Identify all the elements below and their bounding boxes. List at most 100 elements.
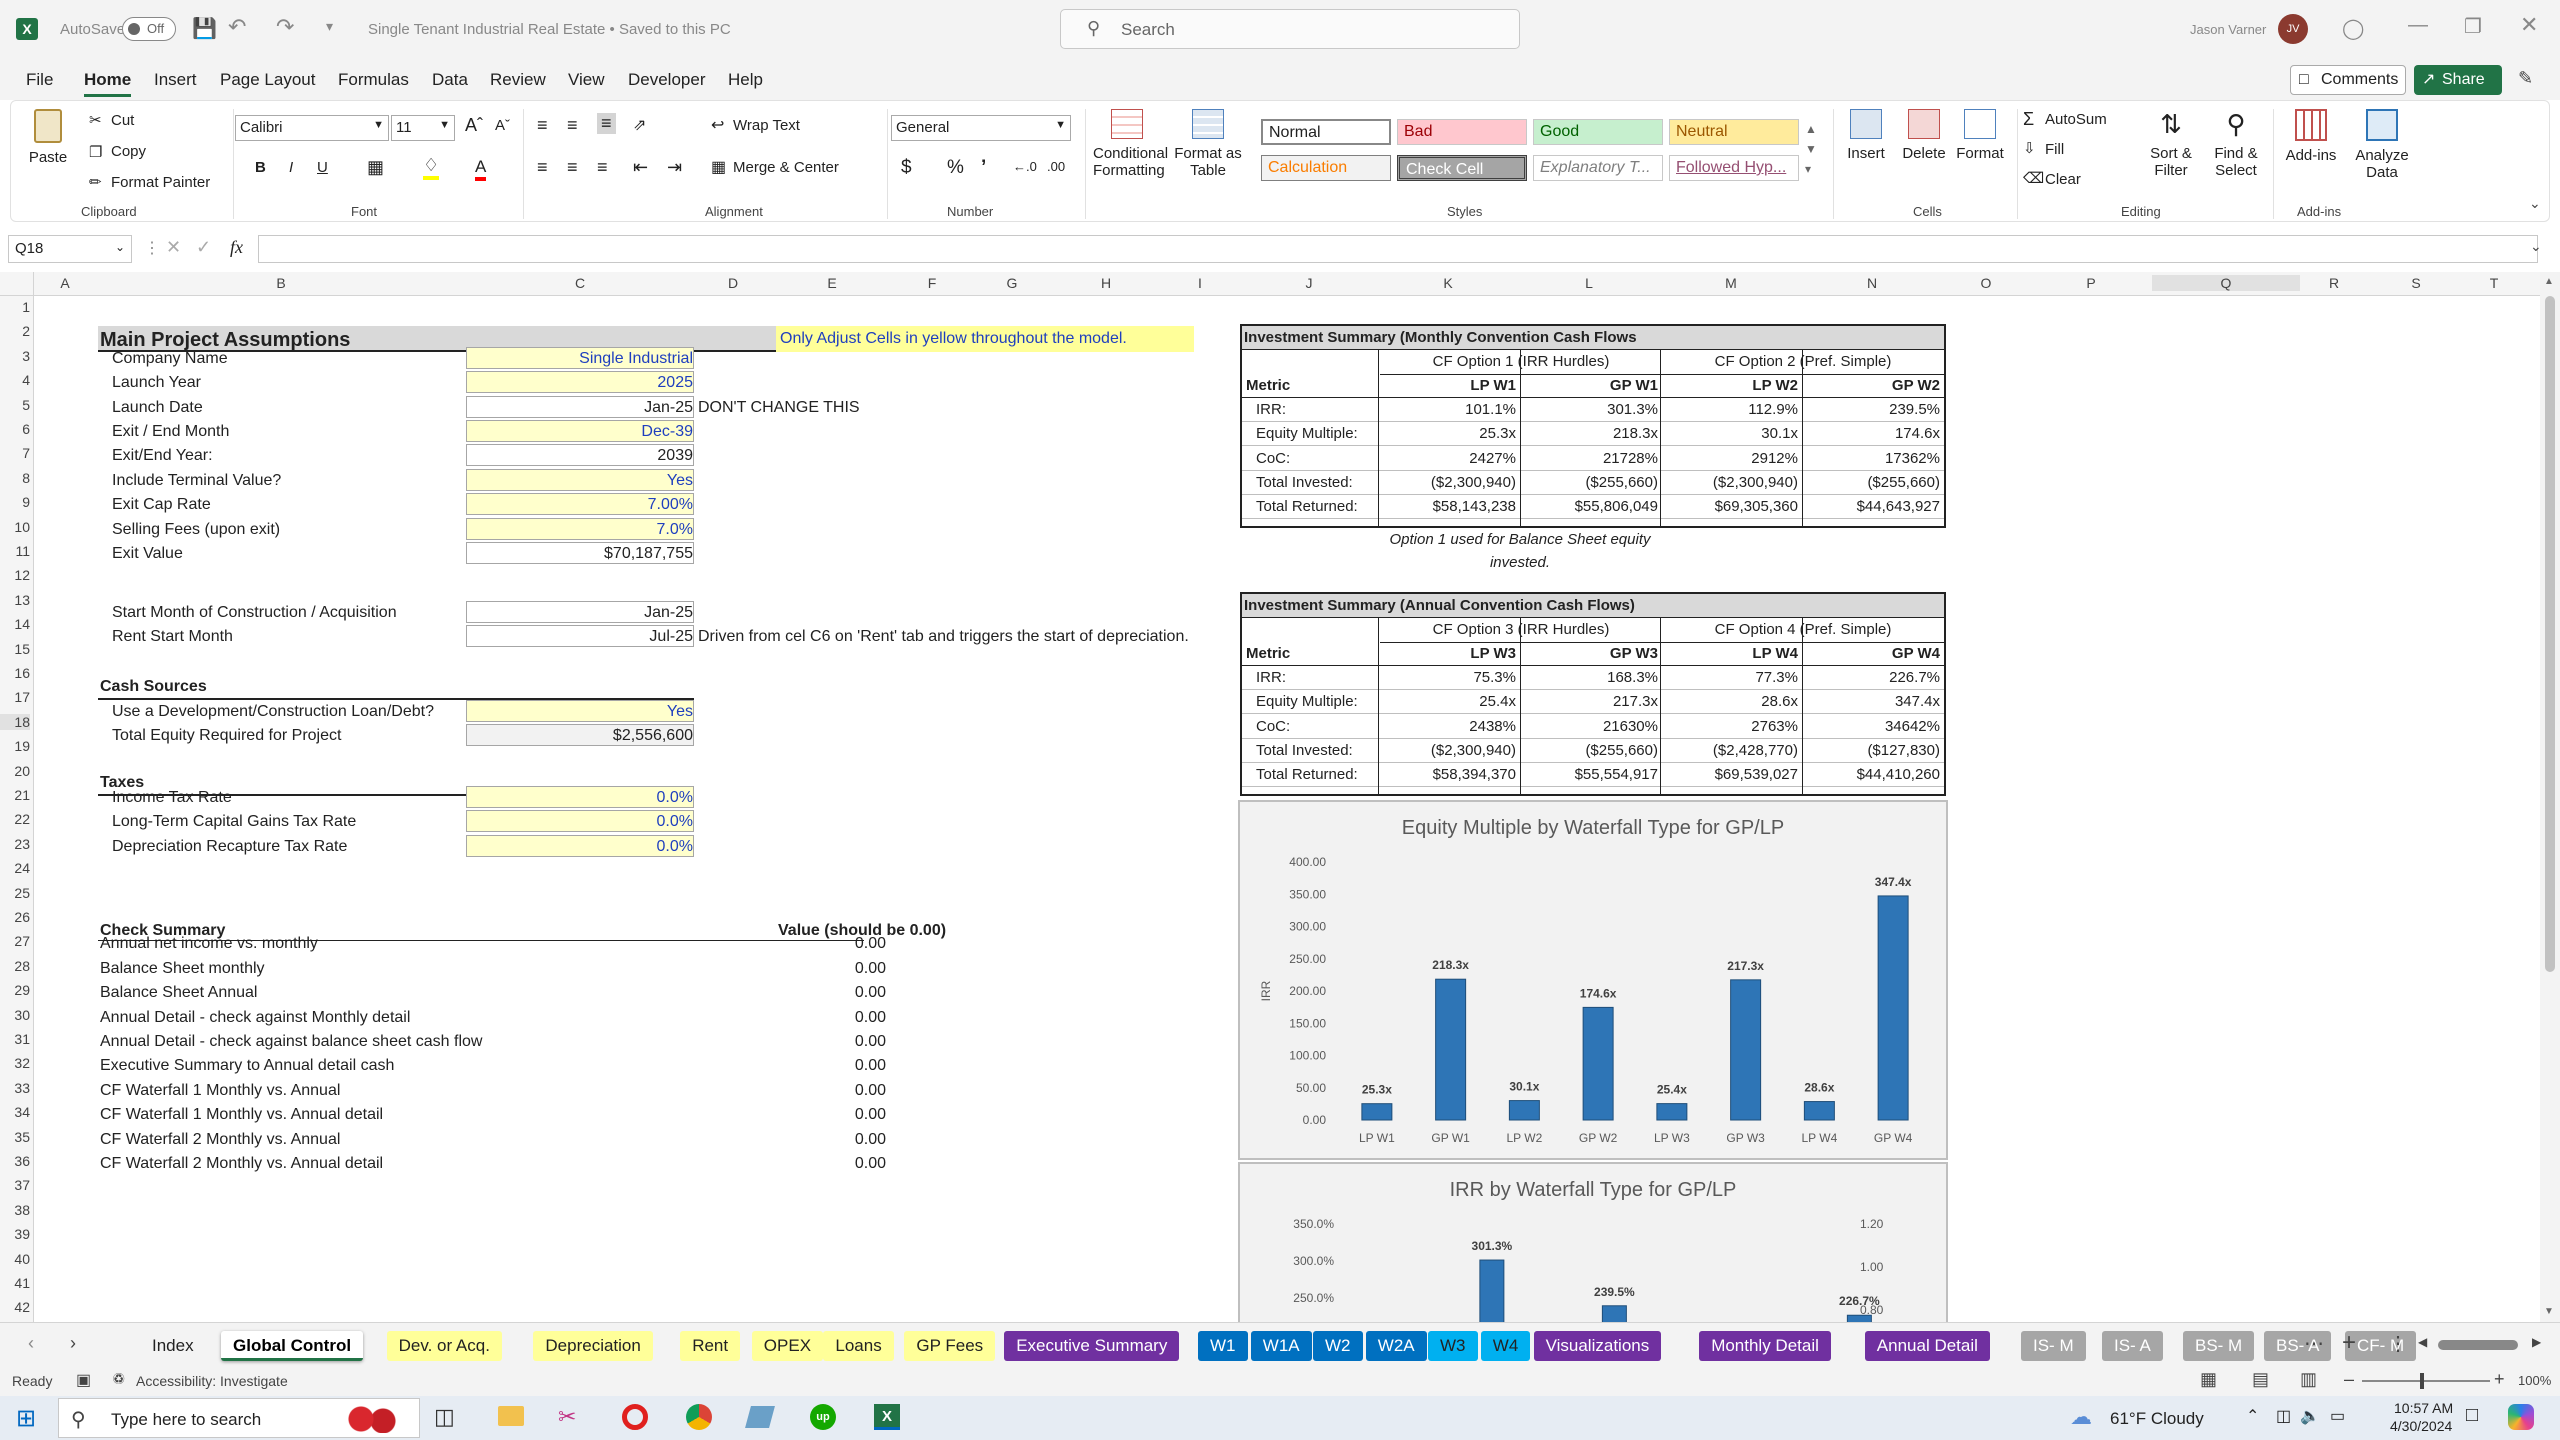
align-center-icon[interactable]: ≡ <box>567 157 578 178</box>
clock-date[interactable]: 4/30/2024 <box>2390 1418 2452 1434</box>
sheet-tab-w2a[interactable]: W2A <box>1365 1331 1427 1361</box>
style-check-cell[interactable]: Check Cell <box>1397 155 1527 181</box>
row-header[interactable]: 32 <box>0 1055 30 1071</box>
conditional-formatting-button[interactable]: Conditional Formatting <box>1093 109 1168 179</box>
font-size-select[interactable]: 11 ▼ <box>391 115 455 141</box>
col-header-k[interactable]: K <box>1378 275 1518 291</box>
sheet-tab-rent[interactable]: Rent <box>680 1331 741 1361</box>
menu-review[interactable]: Review <box>490 70 546 90</box>
sheet-tab-w2[interactable]: W2 <box>1313 1331 1363 1361</box>
scroll-down-icon[interactable]: ▼ <box>2544 1306 2554 1317</box>
row-header[interactable]: 6 <box>0 421 30 437</box>
styles-scroll-icon[interactable]: ▲ ▼ ▾ <box>1805 119 1817 179</box>
row-header[interactable]: 13 <box>0 592 30 608</box>
align-middle-icon[interactable]: ≡ <box>567 115 578 136</box>
align-bottom-icon[interactable]: ≡ <box>597 113 616 134</box>
assumption-value[interactable]: 7.0% <box>466 517 694 540</box>
irr-chart[interactable]: IRR by Waterfall Type for GP/LP 250.0% 300… <box>1238 1162 1948 1322</box>
sheet-tab-visualizations[interactable]: Visualizations <box>1533 1331 1662 1361</box>
menu-formulas[interactable]: Formulas <box>338 70 409 90</box>
col-header-p[interactable]: P <box>2030 275 2152 291</box>
sheet-tab-w3[interactable]: W3 <box>1428 1331 1478 1361</box>
analyze-data-button[interactable]: Analyze Data <box>2347 109 2417 181</box>
row-header[interactable]: 40 <box>0 1251 30 1267</box>
increase-decimal-icon[interactable]: ←.0 <box>1013 159 1037 174</box>
assumption-value[interactable]: 2025 <box>466 371 694 394</box>
col-header-m[interactable]: M <box>1660 275 1802 291</box>
decrease-font-icon[interactable]: Aˇ <box>495 117 510 134</box>
page-break-view-icon[interactable]: ▥ <box>2300 1369 2317 1390</box>
close-icon[interactable]: ✕ <box>2520 12 2538 38</box>
macro-icon[interactable]: ▣ <box>76 1370 91 1390</box>
zoom-in-icon[interactable]: + <box>2494 1369 2505 1390</box>
collapse-ribbon-icon[interactable]: ⌄ <box>2529 195 2541 212</box>
sheet-tab-is-a[interactable]: IS- A <box>2102 1331 2163 1361</box>
cancel-icon[interactable]: ✕ <box>166 237 181 258</box>
insert-function-icon[interactable]: fx <box>230 237 243 258</box>
zoom-slider[interactable] <box>2362 1373 2490 1389</box>
row-header[interactable]: 18 <box>0 713 30 730</box>
row-header[interactable]: 35 <box>0 1129 30 1145</box>
decrease-indent-icon[interactable]: ⇤ <box>633 157 648 178</box>
row-header[interactable]: 4 <box>0 372 30 388</box>
upwork-icon[interactable]: up <box>810 1404 836 1430</box>
tax-value[interactable]: 0.0% <box>466 810 694 833</box>
copy-button[interactable]: Copy <box>111 143 146 160</box>
col-header-b[interactable]: B <box>96 275 466 291</box>
add-ins-button[interactable]: Add-ins <box>2281 109 2341 164</box>
format-as-table-button[interactable]: Format as Table <box>1171 109 1245 179</box>
style-calculation[interactable]: Calculation <box>1261 155 1391 181</box>
row-header[interactable]: 5 <box>0 397 30 413</box>
sheet-tab-loans[interactable]: Loans <box>823 1331 894 1361</box>
sort-filter-button[interactable]: ⇅ Sort & Filter <box>2141 109 2201 179</box>
hscroll-left-icon[interactable]: ◀ <box>2418 1335 2427 1349</box>
delete-cells-button[interactable]: Delete <box>1897 109 1951 162</box>
network-icon[interactable]: ◫ <box>2276 1406 2291 1426</box>
row-header[interactable]: 29 <box>0 982 30 998</box>
find-select-button[interactable]: ⚲ Find & Select <box>2205 109 2267 179</box>
assumption-value[interactable]: Single Industrial <box>466 346 694 369</box>
formula-input[interactable] <box>258 235 2538 263</box>
tax-value[interactable]: 0.0% <box>466 834 694 857</box>
sheet-tab-index[interactable]: Index <box>140 1331 206 1361</box>
sheet-tab-w1a[interactable]: W1A <box>1250 1331 1312 1361</box>
assumption-value[interactable]: Yes <box>466 468 694 491</box>
col-header-s[interactable]: S <box>2368 275 2464 291</box>
zoom-out-icon[interactable]: – <box>2344 1369 2354 1390</box>
fill-button[interactable]: Fill <box>2045 141 2064 158</box>
sheet-tab-bs-m[interactable]: BS- M <box>2183 1331 2255 1361</box>
merge-center-button[interactable]: Merge & Center <box>733 159 839 176</box>
lightbulb-icon[interactable]: ◯ <box>2342 16 2364 41</box>
windows-start-icon[interactable]: ⊞ <box>16 1404 36 1433</box>
save-icon[interactable]: 💾 <box>192 16 217 41</box>
sheet-tab-is-m[interactable]: IS- M <box>2021 1331 2086 1361</box>
assumption-value[interactable]: 7.00% <box>466 493 694 516</box>
tax-value[interactable]: 0.0% <box>466 786 694 808</box>
sheet-tab-annual-detail[interactable]: Annual Detail <box>1864 1331 1990 1361</box>
autosave-toggle[interactable]: Off <box>122 17 176 41</box>
bold-icon[interactable]: B <box>255 159 266 176</box>
style-neutral[interactable]: Neutral <box>1669 119 1799 145</box>
page-layout-view-icon[interactable]: ▤ <box>2252 1369 2269 1390</box>
col-header-i[interactable]: I <box>1160 275 1240 291</box>
sheet-tab-w1[interactable]: W1 <box>1198 1331 1248 1361</box>
row-header[interactable]: 2 <box>0 323 30 339</box>
row-header[interactable]: 12 <box>0 567 30 583</box>
sheet-tab-gp-fees[interactable]: GP Fees <box>904 1331 996 1361</box>
expand-formula-icon[interactable]: ⌄ <box>2530 238 2542 255</box>
comments-button[interactable]: □ Comments <box>2290 65 2406 95</box>
assumption-value[interactable]: 2039 <box>466 444 694 467</box>
col-header-q[interactable]: Q <box>2152 275 2300 291</box>
enter-icon[interactable]: ✓ <box>196 237 211 258</box>
next-sheet-icon[interactable]: › <box>70 1333 76 1354</box>
name-box[interactable]: Q18 ⌄ <box>8 235 132 263</box>
row-header[interactable]: 8 <box>0 470 30 486</box>
sheet-options-icon[interactable]: ⋮ <box>2388 1331 2408 1356</box>
copilot-icon[interactable] <box>2508 1404 2534 1430</box>
currency-icon[interactable]: $ <box>901 157 912 179</box>
row-header[interactable]: 34 <box>0 1104 30 1120</box>
autosum-button[interactable]: AutoSum <box>2045 111 2107 128</box>
equity-value[interactable]: $2,556,600 <box>466 724 694 746</box>
align-top-icon[interactable]: ≡ <box>537 115 548 136</box>
horizontal-scroll-thumb[interactable] <box>2438 1340 2518 1350</box>
